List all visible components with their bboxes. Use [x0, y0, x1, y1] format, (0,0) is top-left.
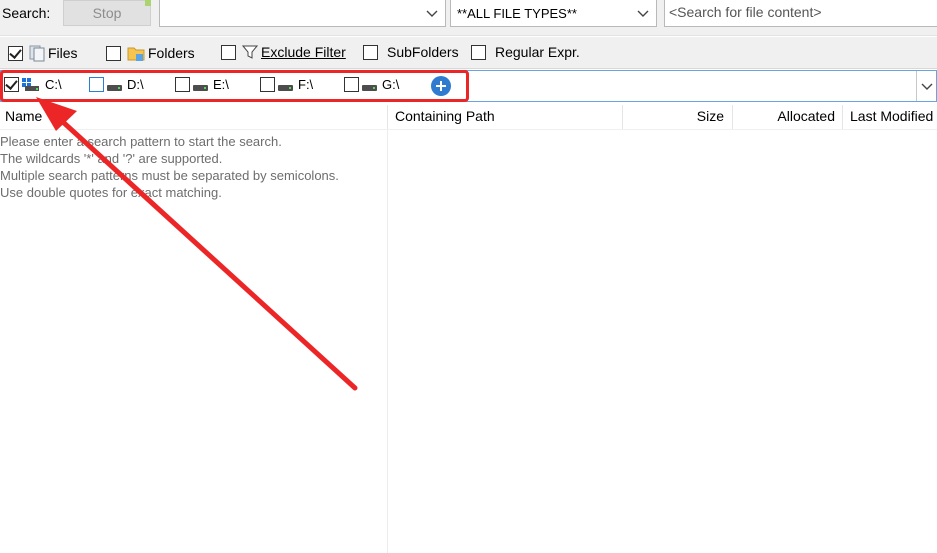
results-list[interactable]: Please enter a search pattern to start t… — [0, 130, 937, 553]
content-search-placeholder: <Search for file content> — [669, 4, 822, 20]
column-name[interactable]: Name — [5, 103, 42, 130]
content-search-input[interactable]: <Search for file content> — [664, 0, 937, 27]
chevron-down-icon[interactable] — [636, 6, 650, 20]
column-size[interactable]: Size — [697, 103, 724, 130]
regex-option[interactable]: Regular Expr. — [471, 44, 580, 60]
exclude-filter-link[interactable]: Exclude Filter — [261, 44, 346, 60]
subfolders-option-label: SubFolders — [387, 44, 459, 60]
folders-option-label: Folders — [148, 45, 195, 61]
column-divider[interactable] — [622, 105, 623, 129]
regex-option-label: Regular Expr. — [495, 44, 580, 60]
status-indicator — [145, 0, 151, 6]
empty-hint: Please enter a search pattern to start t… — [0, 133, 339, 201]
search-options-bar: Files Folders Exclude Filter SubFolders … — [0, 37, 937, 69]
chevron-down-icon[interactable] — [425, 6, 439, 20]
hint-line: Use double quotes for exact matching. — [0, 185, 222, 200]
hint-line: Multiple search patterns must be separat… — [0, 168, 339, 183]
column-containing-path[interactable]: Containing Path — [395, 103, 495, 130]
results-header: Name Containing Path Size Allocated Last… — [0, 103, 937, 130]
files-icon — [29, 45, 45, 62]
folders-option[interactable]: Folders — [106, 44, 195, 62]
column-allocated[interactable]: Allocated — [777, 103, 835, 130]
hint-line: Please enter a search pattern to start t… — [0, 134, 282, 149]
regex-checkbox[interactable] — [471, 44, 486, 60]
column-divider[interactable] — [842, 105, 843, 129]
column-divider[interactable] — [387, 105, 388, 129]
folder-icon — [127, 47, 145, 61]
stop-button[interactable]: Stop — [63, 0, 151, 26]
files-option[interactable]: Files — [8, 44, 78, 62]
column-last-modified[interactable]: Last Modified — [850, 103, 933, 130]
exclude-filter-checkbox[interactable] — [221, 44, 236, 60]
chevron-down-icon — [921, 83, 933, 90]
stop-button-label: Stop — [92, 5, 122, 21]
highlight-box — [0, 70, 469, 102]
files-option-label: Files — [48, 45, 78, 61]
filter-icon — [242, 45, 258, 59]
search-label: Search: — [2, 5, 51, 21]
drive-dropdown-button[interactable] — [916, 71, 936, 101]
search-pattern-combo[interactable] — [159, 0, 446, 27]
folders-checkbox[interactable] — [106, 45, 121, 61]
exclude-filter-option[interactable]: Exclude Filter — [221, 44, 346, 60]
file-type-value: **ALL FILE TYPES** — [457, 6, 577, 21]
file-type-combo[interactable]: **ALL FILE TYPES** — [450, 0, 657, 27]
column-gridline — [387, 130, 388, 553]
hint-line: The wildcards '*' and '?' are supported. — [0, 151, 223, 166]
column-divider[interactable] — [732, 105, 733, 129]
files-checkbox[interactable] — [8, 45, 23, 61]
search-toolbar: Search: Stop **ALL FILE TYPES** <Search … — [0, 0, 937, 36]
subfolders-option[interactable]: SubFolders — [363, 44, 459, 60]
subfolders-checkbox[interactable] — [363, 44, 378, 60]
